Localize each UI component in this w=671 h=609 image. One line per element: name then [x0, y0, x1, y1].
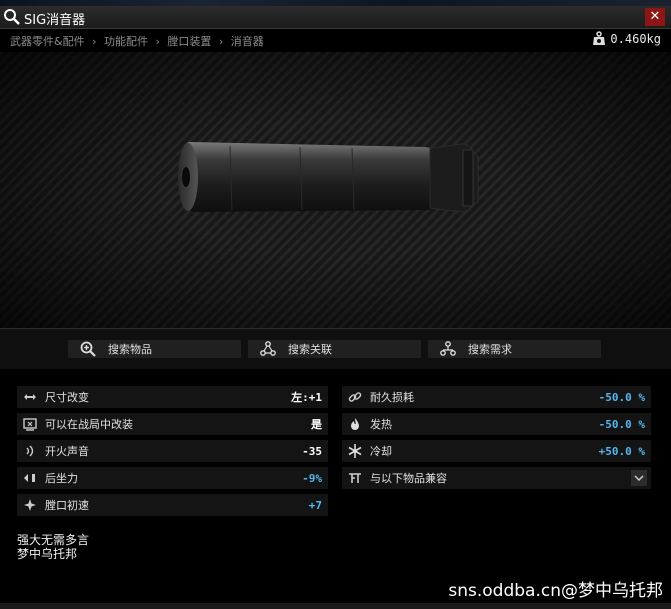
loudness-icon [23, 444, 37, 458]
flame-icon [348, 417, 362, 431]
search-required-button[interactable]: 搜索需求 [428, 340, 601, 358]
breadcrumb-item[interactable]: 武器零件&配件 [10, 35, 85, 48]
magnifier-icon [4, 9, 20, 25]
watermark: sns.oddba.cn@梦中乌托邦 [448, 581, 663, 601]
description-line: 强大无需多言 [17, 533, 90, 547]
breadcrumb-item[interactable]: 膛口装置 [167, 35, 211, 48]
suppressor-image [178, 142, 479, 213]
title-bar[interactable]: SIG消音器 ✕ [0, 6, 671, 29]
close-button[interactable]: ✕ [645, 8, 665, 26]
stat-durability-burn: 耐久损耗 -50.0 % [342, 386, 651, 408]
breadcrumb-item[interactable]: 功能配件 [104, 35, 148, 48]
snowflake-icon [348, 444, 362, 458]
stat-compatible-with[interactable]: 与以下物品兼容 [342, 467, 651, 489]
search-links-label: 搜索关联 [288, 343, 332, 356]
chevron-down-icon[interactable] [631, 470, 647, 486]
stat-loudness: 开火声音 -35 [17, 440, 328, 462]
stat-modify-in-raid: 可以在战局中改装 是 [17, 413, 328, 435]
recoil-icon [23, 471, 37, 485]
stat-cooling: 冷却 +50.0 % [342, 440, 651, 462]
search-item-button[interactable]: 搜索物品 [68, 340, 241, 358]
breadcrumb-separator: › [218, 35, 224, 48]
bottom-border [0, 603, 671, 609]
stat-recoil: 后坐力 -9% [17, 467, 328, 489]
search-plus-icon [80, 341, 96, 357]
search-required-label: 搜索需求 [468, 343, 512, 356]
weight-icon [593, 31, 606, 45]
stat-size-change: 尺寸改变 左:+1 [17, 386, 328, 408]
compatible-icon [348, 471, 362, 485]
required-nodes-icon [440, 341, 456, 356]
breadcrumb: 武器零件&配件 › 功能配件 › 膛口装置 › 消音器 [10, 33, 268, 49]
link-nodes-icon [260, 341, 276, 356]
item-description: 强大无需多言 梦中乌托邦 [17, 533, 89, 561]
velocity-icon [23, 498, 37, 512]
breadcrumb-separator: › [155, 35, 160, 48]
search-item-label: 搜索物品 [108, 343, 152, 356]
item-preview [0, 52, 671, 328]
durability-link-icon [348, 390, 362, 404]
description-line: 梦中乌托邦 [17, 547, 78, 561]
breadcrumb-item[interactable]: 消音器 [231, 35, 264, 48]
weight-value: 0.460kg [610, 31, 661, 46]
modify-in-raid-icon [23, 417, 37, 431]
stat-heat: 发热 -50.0 % [342, 413, 651, 435]
size-change-icon [23, 390, 37, 404]
action-bar: 搜索物品 搜索关联 搜索需求 [0, 328, 671, 369]
item-weight: 0.460kg [592, 31, 661, 46]
stat-muzzle-velocity: 膛口初速 +7 [17, 494, 328, 516]
breadcrumb-separator: › [92, 35, 97, 48]
search-links-button[interactable]: 搜索关联 [248, 340, 421, 358]
window-title: SIG消音器 [24, 13, 86, 28]
